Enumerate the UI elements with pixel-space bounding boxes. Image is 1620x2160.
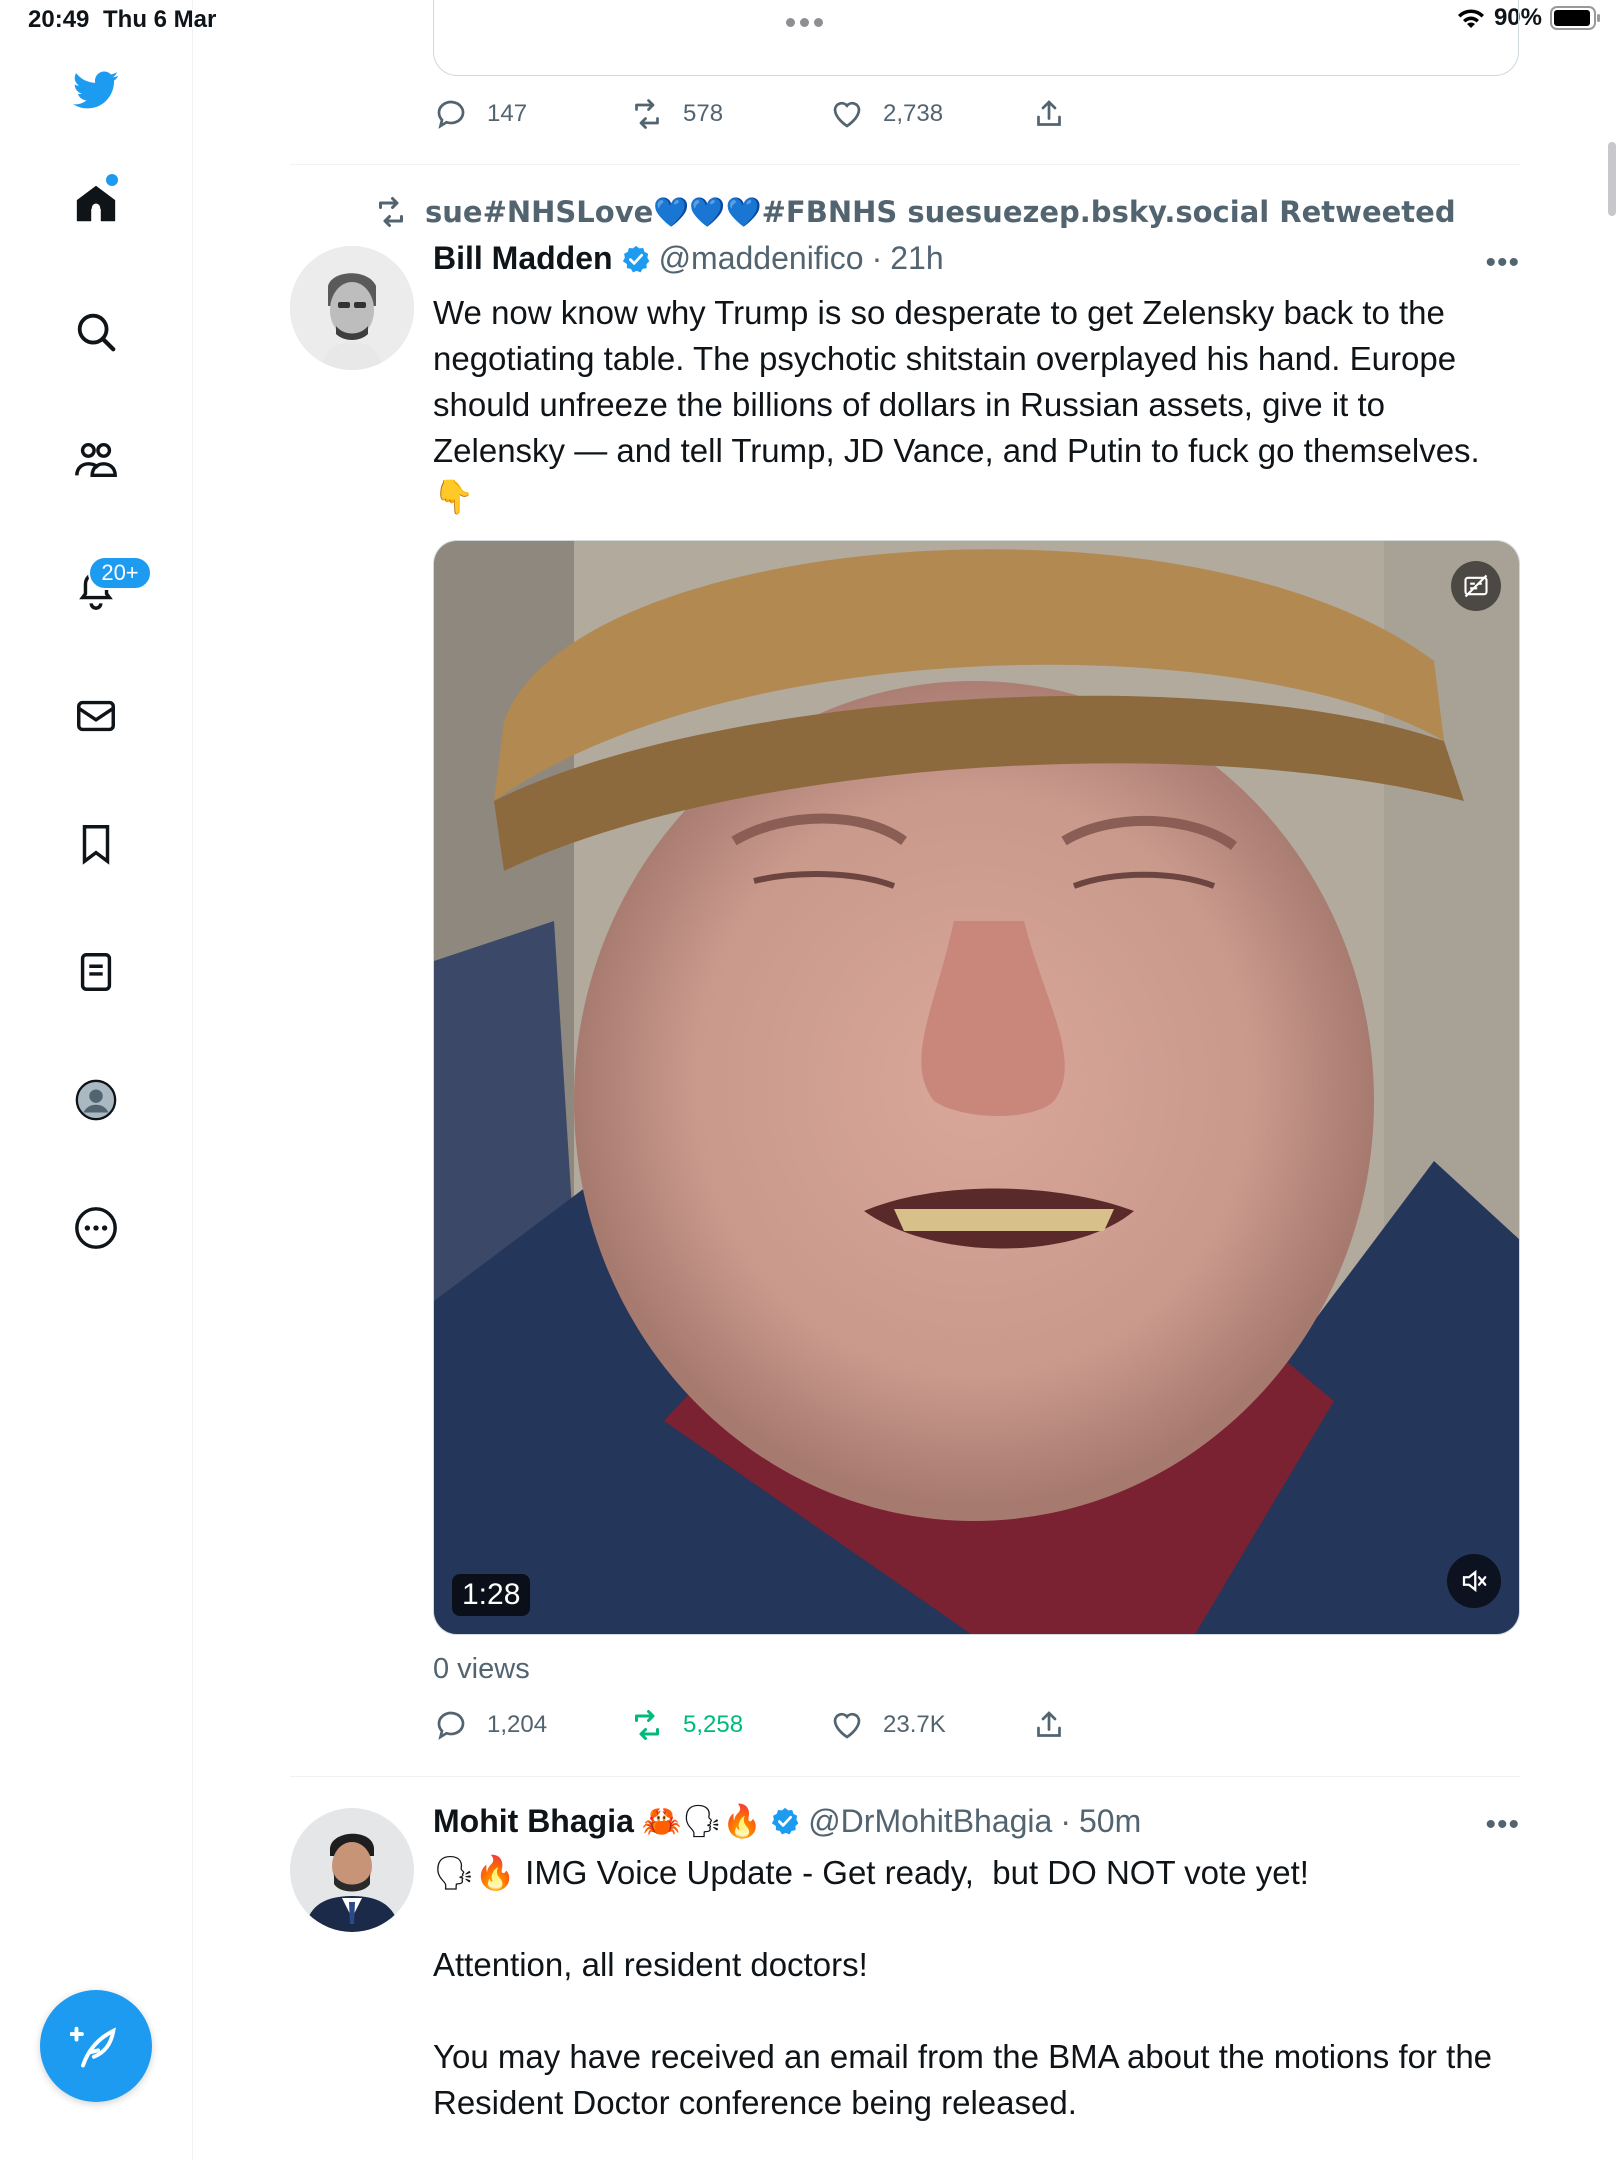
like-button[interactable]: 23.7K: [829, 1707, 946, 1743]
reply-button[interactable]: 1,204: [433, 1707, 547, 1743]
author-name[interactable]: Bill Madden: [433, 240, 613, 277]
more-circle-icon[interactable]: [64, 1196, 128, 1260]
communities-icon[interactable]: [64, 428, 128, 492]
tweet-more-icon[interactable]: •••: [1485, 1808, 1520, 1842]
twitter-logo-icon[interactable]: [64, 58, 128, 122]
mute-icon[interactable]: [1447, 1554, 1501, 1608]
share-icon: [1037, 100, 1061, 126]
retweet-button[interactable]: 578: [629, 96, 723, 132]
mail-icon[interactable]: [64, 684, 128, 748]
avatar[interactable]: [290, 1808, 414, 1932]
reply-button[interactable]: 147: [433, 96, 527, 132]
author-handle[interactable]: @maddenifico: [659, 240, 864, 277]
avatar[interactable]: [290, 246, 414, 370]
reply-count: 1,204: [487, 1711, 548, 1738]
retweet-icon: [635, 99, 659, 129]
like-count: 2,738: [883, 100, 944, 127]
tweet-time[interactable]: 50m: [1079, 1803, 1141, 1840]
video-thumbnail: [434, 541, 1519, 1634]
name-emojis: 🦀🗣🔥: [641, 1802, 763, 1840]
notification-badge: 20+: [88, 556, 152, 590]
timeline: 147 578 2,738 sue#NHSLove💙💙💙#FBNHS suesu…: [193, 0, 1620, 2160]
reply-count: 147: [487, 100, 528, 127]
like-button[interactable]: 2,738: [829, 96, 943, 132]
author-name[interactable]: Mohit Bhagia: [433, 1803, 634, 1840]
share-button[interactable]: [1031, 96, 1067, 132]
reply-icon: [437, 1711, 465, 1740]
share-button[interactable]: [1031, 1707, 1067, 1743]
video-duration: 1:28: [452, 1574, 531, 1616]
view-count: 0 views: [433, 1653, 530, 1685]
retweet-icon: [379, 197, 403, 227]
tweet-more-icon[interactable]: •••: [1485, 246, 1520, 280]
like-count: 23.7K: [883, 1711, 946, 1738]
header-separator: ·: [1060, 1803, 1071, 1839]
list-icon[interactable]: [64, 940, 128, 1004]
tweet-time[interactable]: 21h: [890, 240, 943, 277]
verified-badge-icon: [772, 1807, 799, 1835]
compose-tweet-button[interactable]: [40, 1990, 152, 2102]
verified-badge-icon: [622, 245, 649, 272]
heart-icon: [833, 1712, 861, 1739]
previous-tweet-actions: 147 578 2,738: [433, 96, 1253, 136]
reply-icon: [437, 100, 465, 129]
tweet-divider: [290, 1776, 1520, 1777]
tweet-actions: 1,204 5,258 23.7K: [433, 1707, 1253, 1747]
tweet-header: Bill Madden @maddenifico · 21h: [433, 240, 944, 277]
heart-icon: [833, 101, 861, 128]
home-unread-dot: [106, 174, 118, 186]
compose-feather-icon: [70, 2026, 116, 2068]
sidebar-nav: 20+: [0, 0, 193, 2160]
share-icon: [1037, 1711, 1061, 1737]
tweet-header: Mohit Bhagia 🦀🗣🔥 @DrMohitBhagia · 50m: [433, 1802, 1141, 1840]
retweet-button[interactable]: 5,258: [629, 1707, 743, 1743]
header-separator: ·: [871, 240, 883, 276]
bookmark-icon[interactable]: [64, 812, 128, 876]
scrollbar[interactable]: [1608, 142, 1616, 216]
retweet-count: 578: [683, 100, 724, 127]
retweet-count: 5,258: [683, 1711, 744, 1738]
retweet-context-text: sue#NHSLove💙💙💙#FBNHS suesuezep.bsky.soci…: [425, 194, 1456, 229]
video-caption-icon[interactable]: [1451, 561, 1501, 611]
author-handle[interactable]: @DrMohitBhagia: [808, 1803, 1052, 1840]
profile-avatar-icon[interactable]: [64, 1068, 128, 1132]
quoted-tweet-card[interactable]: [433, 0, 1519, 76]
tweet-video[interactable]: 1:28: [433, 540, 1520, 1635]
home-icon[interactable]: [64, 172, 128, 236]
tweet-text: We now know why Trump is so desperate to…: [433, 294, 1480, 515]
retweet-icon: [635, 1710, 659, 1740]
search-icon[interactable]: [64, 300, 128, 364]
retweet-context[interactable]: sue#NHSLove💙💙💙#FBNHS suesuezep.bsky.soci…: [373, 194, 1456, 230]
tweet-text: 🗣🔥 IMG Voice Update - Get ready, but DO …: [433, 1854, 1493, 2121]
tweet-divider: [290, 164, 1520, 165]
